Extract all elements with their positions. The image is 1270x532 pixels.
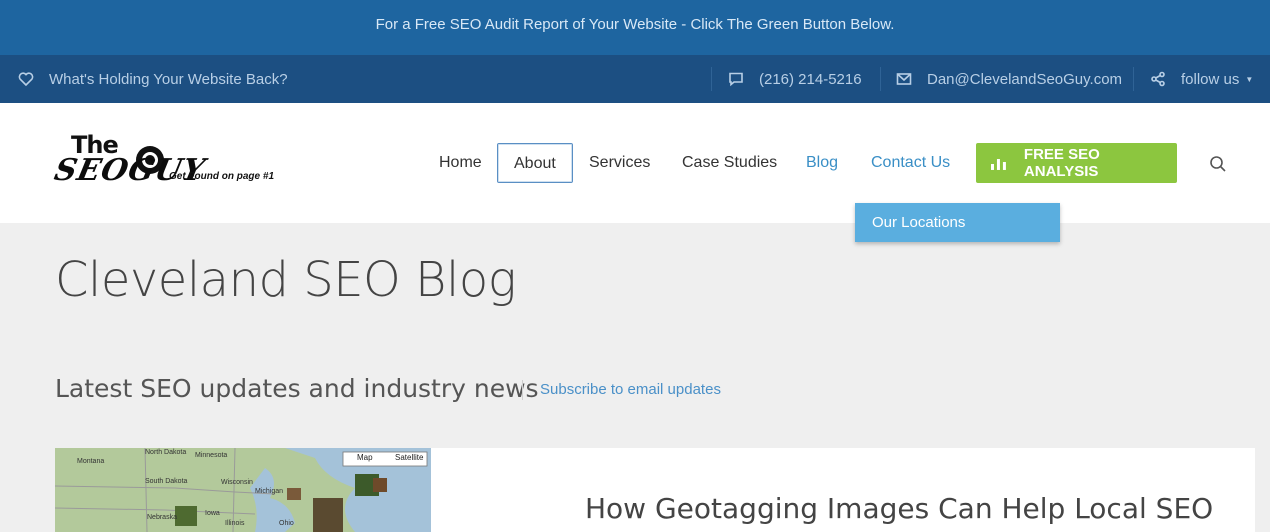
subscribe-link[interactable]: Subscribe to email updates [540, 381, 721, 398]
map-label: Montana [77, 458, 105, 465]
topbar-divider [711, 67, 712, 91]
email-link[interactable]: Dan@ClevelandSeoGuy.com [896, 55, 1122, 103]
post-thumbnail[interactable]: North Dakota Montana South Dakota Minnes… [55, 448, 431, 532]
free-seo-analysis-button[interactable]: FREE SEO ANALYSIS [976, 143, 1177, 183]
chat-bubble-icon [729, 72, 743, 87]
envelope-icon [896, 73, 912, 85]
announcement-text[interactable]: For a Free SEO Audit Report of Your Webs… [376, 16, 895, 33]
nav-blog[interactable]: Blog [806, 143, 838, 183]
map-label: Iowa [205, 510, 220, 517]
page-title: Cleveland SEO Blog [55, 252, 517, 308]
nav-home[interactable]: Home [439, 143, 482, 183]
nav-case-studies[interactable]: Case Studies [682, 143, 777, 183]
bar-chart-icon [990, 159, 1006, 170]
email-address: Dan@ClevelandSeoGuy.com [927, 70, 1123, 88]
holding-back-link[interactable]: What's Holding Your Website Back? [18, 55, 288, 103]
map-label: Wisconsin [221, 479, 253, 486]
map-label: Minnesota [195, 452, 228, 459]
map-type-satellite-button[interactable]: Satellite [395, 453, 423, 462]
topbar-divider [1133, 67, 1134, 91]
share-icon [1151, 71, 1165, 87]
map-label: Michigan [255, 488, 284, 495]
phone-number: (216) 214-5216 [759, 70, 862, 88]
holding-back-label: What's Holding Your Website Back? [49, 70, 288, 88]
caret-down-icon: ▼ [1245, 74, 1254, 84]
follow-us-label: follow us [1181, 70, 1240, 88]
site-logo[interactable]: The SEOGUY Get Found on page #1 [51, 131, 307, 195]
blog-post-card[interactable]: North Dakota Montana South Dakota Minnes… [55, 448, 1255, 532]
heart-icon [18, 72, 34, 87]
map-label: South Dakota [145, 478, 188, 485]
topbar-divider [880, 67, 881, 91]
follow-us-menu[interactable]: follow us ▼ [1150, 55, 1253, 103]
map-label: Ohio [279, 520, 294, 527]
announcement-bar[interactable]: For a Free SEO Audit Report of Your Webs… [0, 0, 1270, 55]
post-title[interactable]: How Geotagging Images Can Help Local SEO [585, 492, 1213, 525]
map-label: Illinois [225, 520, 245, 527]
map-label: Nebraska [147, 514, 177, 521]
site-header: The SEOGUY Get Found on page #1 Home Abo… [0, 103, 1270, 223]
logo-tagline: Get Found on page #1 [169, 171, 275, 182]
subtitle-divider [522, 380, 523, 400]
nav-contact-us[interactable]: Contact Us [871, 143, 950, 183]
phone-link[interactable]: (216) 214-5216 [728, 55, 862, 103]
dropdown-item-label: Our Locations [872, 214, 966, 231]
nav-about[interactable]: About [497, 143, 573, 183]
search-icon[interactable] [1209, 155, 1227, 173]
nav-services[interactable]: Services [589, 143, 650, 183]
top-info-bar: What's Holding Your Website Back? (216) … [0, 55, 1270, 103]
map-label: North Dakota [145, 449, 187, 456]
map-type-map-button[interactable]: Map [357, 453, 373, 462]
cta-label: FREE SEO ANALYSIS [1023, 146, 1100, 180]
page-subtitle: Latest SEO updates and industry news [55, 374, 539, 403]
dropdown-item-our-locations[interactable]: Our Locations [855, 203, 1060, 242]
